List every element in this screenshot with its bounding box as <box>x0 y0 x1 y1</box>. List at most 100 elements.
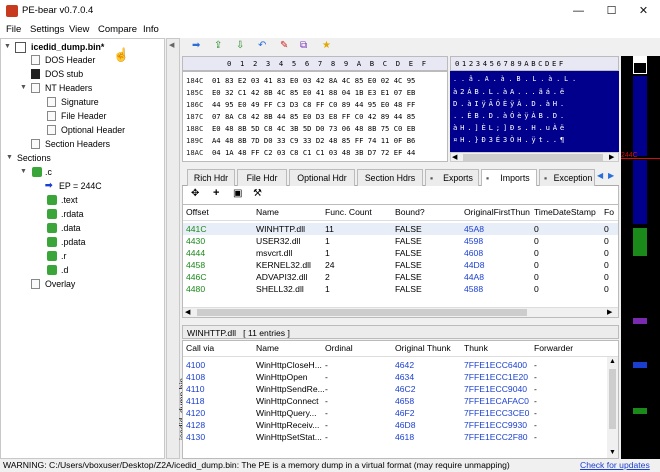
ascii-row[interactable]: D.àIÿÃÓÈÿÀ.D.àH. <box>453 98 567 109</box>
column-header[interactable]: Func. Count <box>325 207 372 217</box>
tree-dos-header[interactable]: DOS Header <box>45 55 95 65</box>
table-row[interactable]: 4130 WinHttpSetStat... - 4618 7FFE1ECC2F… <box>183 431 618 443</box>
tab-scroll-left-icon[interactable]: ◀ <box>597 171 603 180</box>
hex-bytes[interactable]: A4 48 8B 7D D0 33 C9 33 D2 48 85 FF 74 1… <box>212 136 415 145</box>
menu-file[interactable]: File <box>6 24 21 35</box>
column-header[interactable]: Offset <box>186 207 209 217</box>
collapse-icon[interactable]: ▼ <box>20 168 27 175</box>
tree-overlay[interactable]: Overlay <box>45 279 75 289</box>
column-header[interactable]: Thunk <box>464 343 488 353</box>
scroll-thumb[interactable] <box>197 309 527 316</box>
imports-table[interactable]: Offset Name Func. Count Bound? OriginalF… <box>182 204 619 318</box>
minimize-button[interactable]: — <box>562 0 595 22</box>
copy-icon[interactable]: ⧉ <box>300 40 307 51</box>
column-header[interactable]: Original Thunk <box>395 343 451 353</box>
scroll-right-icon[interactable]: ▶ <box>607 308 612 316</box>
scroll-thumb[interactable] <box>463 154 603 161</box>
imported-functions-table[interactable]: Call via Name Ordinal Original Thunk Thu… <box>182 340 619 459</box>
tree-file-header[interactable]: File Header <box>61 111 106 121</box>
scroll-left-icon[interactable]: ◀ <box>185 308 190 316</box>
ascii-row[interactable]: ..ÈB.D.àÓèÿÀB.D. <box>453 110 567 121</box>
column-header[interactable]: Bound? <box>395 207 425 217</box>
table-row[interactable]: 4120 WinHttpQuery... - 46F2 7FFE1ECC3CE0… <box>183 407 618 419</box>
column-header[interactable]: TimeDateStamp <box>534 207 596 217</box>
goto-arrow-icon[interactable]: ➡ <box>192 40 200 51</box>
tree-section-text[interactable]: .text <box>61 195 78 205</box>
tab-file-hdr[interactable]: File Hdr <box>237 169 287 186</box>
tree-section-d[interactable]: .d <box>61 265 68 275</box>
tree-section-c[interactable]: .c <box>45 167 52 177</box>
column-header[interactable]: Name <box>256 343 279 353</box>
tab-exception[interactable]: ▪ Exception <box>539 169 595 186</box>
table-row[interactable]: 4430 USER32.dll 1 FALSE 4598 0 0 <box>183 235 618 247</box>
functions-vertical-scrollbar[interactable]: ▲ ▼ <box>607 357 618 458</box>
table-row[interactable]: 4110 WinHttpSendRe... - 46C2 7FFE1ECC904… <box>183 383 618 395</box>
scroll-down-icon[interactable]: ▼ <box>609 449 616 456</box>
tree-nt-headers[interactable]: NT Headers <box>45 83 92 93</box>
tree-dos-stub[interactable]: DOS stub <box>45 69 83 79</box>
hex-bytes[interactable]: 04 1A 48 FF C2 03 C8 C1 C1 03 48 3B D7 7… <box>212 148 415 157</box>
ascii-view[interactable]: . . â . A . à . B . L . à . L . à2ÁB.L.à… <box>450 71 619 152</box>
table-row[interactable]: 4128 WinHttpReceiv... - 46D8 7FFE1ECC993… <box>183 419 618 431</box>
hex-bytes[interactable]: 44 95 E0 49 FF C3 D3 C8 FF C0 89 44 95 E… <box>212 100 415 109</box>
table-row[interactable]: 4108 WinHttpOpen - 4634 7FFE1ECC1E20 - <box>183 371 618 383</box>
pin-icon[interactable]: ✎ <box>280 40 288 51</box>
tab-exports[interactable]: ▪ Exports <box>425 169 479 186</box>
hex-bytes[interactable]: 07 8A C8 42 8B 44 85 E0 D3 E8 FF C0 42 8… <box>212 112 415 121</box>
save-icon[interactable]: ▣ <box>233 188 242 199</box>
hex-view[interactable]: 184C 01 83 E2 03 41 83 E0 03 42 8A 4C 85… <box>182 71 448 162</box>
file-vertical-tab[interactable]: ◀ icedid_dump.bin <box>166 38 187 459</box>
import-green-icon[interactable]: ⇩ <box>236 40 244 51</box>
imports-horizontal-scrollbar[interactable]: ◀ ▶ <box>183 307 618 317</box>
tree-section-headers[interactable]: Section Headers <box>45 139 110 149</box>
export-green-icon[interactable]: ⇪ <box>214 40 222 51</box>
add-icon[interactable]: + <box>213 187 219 199</box>
ascii-horizontal-scrollbar[interactable]: ◀ ▶ <box>450 152 619 162</box>
column-header[interactable]: OriginalFirstThun <box>464 207 530 217</box>
tree-signature[interactable]: Signature <box>61 97 99 107</box>
table-row[interactable]: 4480 SHELL32.dll 1 FALSE 4588 0 0 <box>183 283 618 295</box>
star-icon[interactable]: ★ <box>322 40 331 51</box>
tab-scroll-right-icon[interactable]: ▶ <box>608 171 614 180</box>
column-header[interactable]: Call via <box>186 343 214 353</box>
ascii-row[interactable]: ¤H.}Ð3É3ÒH.ÿt..¶ <box>453 134 567 145</box>
collapse-icon[interactable]: ▼ <box>4 43 11 50</box>
ascii-row[interactable]: . . â . A . à . B . L . à . L . <box>453 74 576 85</box>
tab-optional-hdr[interactable]: Optional Hdr <box>289 169 355 186</box>
tree-optional-header[interactable]: Optional Header <box>61 125 125 135</box>
table-row[interactable]: 4444 msvcrt.dll 1 FALSE 4608 0 0 <box>183 247 618 259</box>
ascii-row[interactable]: àH.]ÈL;]Ðs.H.uÀë <box>453 122 567 133</box>
hex-bytes[interactable]: 01 83 E2 03 41 83 E0 03 42 8A 4C 85 E0 0… <box>212 76 415 85</box>
menu-info[interactable]: Info <box>143 24 159 35</box>
table-row[interactable]: 446C ADVAPI32.dll 2 FALSE 44A8 0 0 <box>183 271 618 283</box>
scroll-right-icon[interactable]: ▶ <box>609 153 614 161</box>
table-row[interactable]: 4100 WinHttpCloseH... - 4642 7FFE1ECC640… <box>183 359 618 371</box>
tree-root-file[interactable]: icedid_dump.bin* <box>31 42 104 52</box>
move-icon[interactable]: ✥ <box>191 188 199 199</box>
wand-icon[interactable]: ⚒ <box>253 188 262 199</box>
menu-view[interactable]: View <box>69 24 89 35</box>
tree-section-data[interactable]: .data <box>61 223 81 233</box>
hex-bytes[interactable]: E0 32 C1 42 8B 4C 85 E0 41 88 04 1B E3 E… <box>212 88 415 97</box>
column-header[interactable]: Ordinal <box>325 343 353 353</box>
table-row[interactable]: 441C WINHTTP.dll 11 FALSE 45A8 0 0 <box>183 223 618 235</box>
hex-bytes[interactable]: E0 48 8B 5D C8 4C 3B 5D D0 73 06 48 8B 7… <box>212 124 415 133</box>
check-updates-link[interactable]: Check for updates <box>580 460 650 470</box>
tree-section-pdata[interactable]: .pdata <box>61 237 85 247</box>
scroll-left-icon[interactable]: ◀ <box>452 153 457 161</box>
tab-section-hdrs[interactable]: Section Hdrs <box>357 169 423 186</box>
collapse-icon[interactable]: ▼ <box>20 84 27 91</box>
menu-settings[interactable]: Settings <box>30 24 64 35</box>
file-minimap[interactable]: 244C <box>621 56 660 459</box>
table-row[interactable]: 4458 KERNEL32.dll 24 FALSE 44D8 0 0 <box>183 259 618 271</box>
column-header[interactable]: Fo <box>604 207 614 217</box>
undo-icon[interactable]: ↶ <box>258 40 266 51</box>
tree-section-rdata[interactable]: .rdata <box>61 209 84 219</box>
maximize-button[interactable]: ☐ <box>595 0 628 22</box>
scroll-up-icon[interactable]: ▲ <box>609 358 616 365</box>
tree-entry-point[interactable]: EP = 244C <box>59 181 102 191</box>
menu-compare[interactable]: Compare <box>98 24 137 35</box>
ascii-row[interactable]: à2ÁB.L.àA...ãá.ë <box>453 86 567 97</box>
tree-section-r[interactable]: .r <box>61 251 66 261</box>
column-header[interactable]: Forwarder <box>534 343 573 353</box>
